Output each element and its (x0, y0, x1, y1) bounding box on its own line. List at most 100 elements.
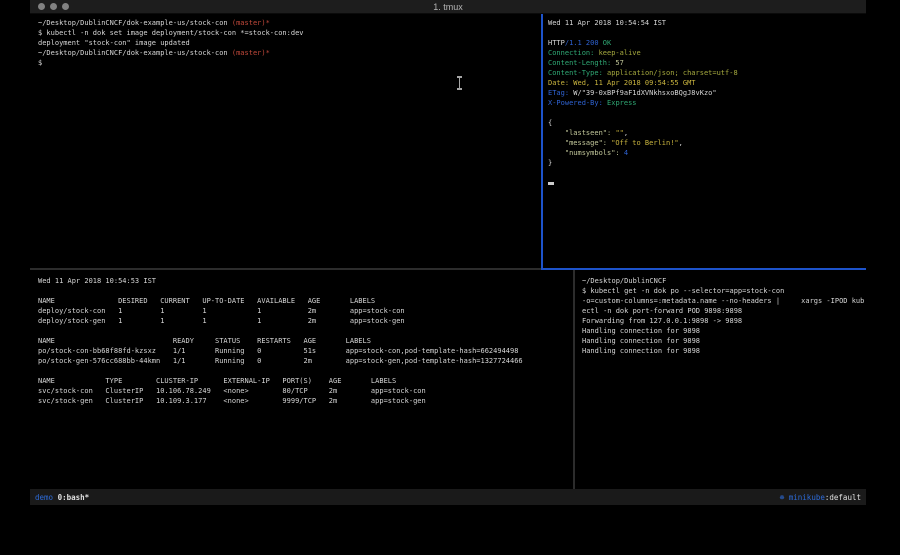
terminal-text-segment: { (548, 119, 552, 127)
terminal-text-segment: (master)* (232, 19, 270, 27)
active-pane-border-vertical[interactable] (541, 14, 543, 270)
terminal-line: Date: Wed, 11 Apr 2018 09:54:55 GMT (548, 78, 866, 88)
terminal-line: X-Powered-By: Express (548, 98, 866, 108)
terminal-line: deployment "stock-con" image updated (38, 38, 541, 48)
pane-border-vertical-bottom[interactable] (573, 270, 575, 489)
terminal-line: Connection: keep-alive (548, 48, 866, 58)
terminal-text-segment: Date: Wed, 11 Apr 2018 09:54:55 GMT (548, 79, 696, 87)
terminal-line (38, 366, 573, 376)
tmux-status-bar: demo 0:bash* ☸ minikube:default (30, 489, 866, 505)
terminal-text-segment: Handling connection for 9898 (582, 347, 700, 355)
terminal-text-segment: "" (615, 129, 623, 137)
terminal-text-segment: $ kubectl get -n dok po --selector=app=s… (582, 287, 784, 295)
terminal-text-segment: svc/stock-con ClusterIP 10.106.78.249 <n… (38, 387, 426, 395)
active-window-item[interactable]: 0:bash* (58, 493, 90, 502)
active-pane-border-horizontal[interactable] (541, 268, 866, 270)
terminal-line: ~/Desktop/DublinCNCF/dok-example-us/stoc… (38, 18, 541, 28)
terminal-line (548, 168, 866, 178)
terminal-text-segment: po/stock-gen-576cc688bb-44kmn 1/1 Runnin… (38, 357, 523, 365)
terminal-line: $ (38, 58, 541, 68)
terminal-text-segment: Wed 11 Apr 2018 10:54:54 IST (548, 19, 666, 27)
terminal-text-segment: keep-alive (594, 49, 640, 57)
terminal-line (548, 178, 866, 188)
terminal-text-segment: Wed 11 Apr 2018 10:54:53 IST (38, 277, 156, 285)
terminal-line: deploy/stock-gen 1 1 1 1 2m app=stock-ge… (38, 316, 573, 326)
terminal-text-segment: , (624, 129, 628, 137)
terminal-line: svc/stock-con ClusterIP 10.106.78.249 <n… (38, 386, 573, 396)
terminal-text-segment: $ kubectl -n dok set image deployment/st… (38, 29, 304, 37)
pane-top-right-http-response[interactable]: Wed 11 Apr 2018 10:54:54 IST HTTP/1.1 200… (543, 14, 866, 268)
status-bar-left: demo 0:bash* (35, 493, 89, 502)
kube-context: minikube (789, 493, 825, 502)
terminal-text-segment: deploy/stock-con 1 1 1 1 2m app=stock-co… (38, 307, 405, 315)
pane-border-horizontal-left[interactable] (30, 268, 541, 270)
window-title: 1. tmux (30, 1, 866, 13)
terminal-text-segment: svc/stock-gen ClusterIP 10.109.3.177 <no… (38, 397, 426, 405)
terminal-line: NAME DESIRED CURRENT UP-TO-DATE AVAILABL… (38, 296, 573, 306)
terminal-text-segment: X-Powered-By: (548, 99, 603, 107)
terminal-line: Wed 11 Apr 2018 10:54:53 IST (38, 276, 573, 286)
terminal-text-segment: application/json; charset=utf-8 (603, 69, 738, 77)
window-titlebar[interactable]: 1. tmux (30, 0, 866, 14)
terminal-text-segment: 4 (624, 149, 628, 157)
terminal-line: $ kubectl get -n dok po --selector=app=s… (582, 286, 866, 296)
terminal-line: HTTP/1.1 200 OK (548, 38, 866, 48)
terminal-text-segment: ectl -n dok port-forward POD 9898:9898 (582, 307, 742, 315)
kube-namespace: :default (825, 493, 861, 502)
terminal-line: { (548, 118, 866, 128)
terminal-line (38, 286, 573, 296)
terminal-text-segment: deploy/stock-gen 1 1 1 1 2m app=stock-ge… (38, 317, 405, 325)
terminal-line: Forwarding from 127.0.0.1:9898 -> 9898 (582, 316, 866, 326)
terminal-line: $ kubectl -n dok set image deployment/st… (38, 28, 541, 38)
terminal-text-segment: Handling connection for 9898 (582, 327, 700, 335)
terminal-line: -o=custom-columns=:metadata.name --no-he… (582, 296, 866, 306)
status-bar-right: ☸ minikube:default (780, 493, 861, 502)
terminal-text-segment: Express (603, 99, 637, 107)
terminal-line: "numsymbols": 4 (548, 148, 866, 158)
terminal-text-segment: "Off to Berlin!" (611, 139, 678, 147)
pane-bottom-left-kubectl-get[interactable]: Wed 11 Apr 2018 10:54:53 IST NAME DESIRED… (30, 270, 573, 489)
pane-bottom-right-port-forward[interactable]: ~/Desktop/DublinCNCF $ kubectl get -n dok… (575, 270, 866, 489)
terminal-text-segment: Forwarding from 127.0.0.1:9898 -> 9898 (582, 317, 742, 325)
terminal-line: Content-Length: 57 (548, 58, 866, 68)
terminal-line: deploy/stock-con 1 1 1 1 2m app=stock-co… (38, 306, 573, 316)
terminal-line: ectl -n dok port-forward POD 9898:9898 (582, 306, 866, 316)
terminal-text-segment: -o=custom-columns=:metadata.name --no-he… (582, 297, 864, 305)
terminal-line (548, 108, 866, 118)
terminal-window: 1. tmux ~/Desktop/DublinCNCF/dok-example… (30, 0, 866, 505)
terminal-text-segment: NAME DESIRED CURRENT UP-TO-DATE AVAILABL… (38, 297, 375, 305)
terminal-text-segment: "message": (548, 139, 611, 147)
terminal-text-segment: (master)* (232, 49, 270, 57)
terminal-text-segment: NAME READY STATUS RESTARTS AGE LABELS (38, 337, 371, 345)
terminal-line: ~/Desktop/DublinCNCF/dok-example-us/stoc… (38, 48, 541, 58)
terminal-text-segment: Content-Length: (548, 59, 611, 67)
terminal-line: "lastseen": "", (548, 128, 866, 138)
terminal-text-segment: NAME TYPE CLUSTER-IP EXTERNAL-IP PORT(S)… (38, 377, 396, 385)
terminal-line (38, 326, 573, 336)
terminal-line: NAME TYPE CLUSTER-IP EXTERNAL-IP PORT(S)… (38, 376, 573, 386)
terminal-text-segment: , (679, 139, 683, 147)
terminal-line: Handling connection for 9898 (582, 326, 866, 336)
terminal-line: Wed 11 Apr 2018 10:54:54 IST (548, 18, 866, 28)
terminal-text-segment: } (548, 159, 552, 167)
terminal-line: po/stock-con-bb68f88fd-kzsxz 1/1 Running… (38, 346, 573, 356)
session-name: demo (35, 493, 53, 502)
terminal-text-segment: deployment "stock-con" image updated (38, 39, 190, 47)
terminal-text-segment: ~/Desktop/DublinCNCF (582, 277, 666, 285)
terminal-line: ~/Desktop/DublinCNCF (582, 276, 866, 286)
terminal-text-segment: /1.1 200 (565, 39, 599, 47)
pane-top-left-shell[interactable]: ~/Desktop/DublinCNCF/dok-example-us/stoc… (30, 14, 541, 268)
kubernetes-helm-icon: ☸ (780, 493, 789, 502)
terminal-text-segment: Connection: (548, 49, 594, 57)
terminal-cursor (548, 182, 554, 185)
terminal-text-segment: ~/Desktop/DublinCNCF/dok-example-us/stoc… (38, 49, 232, 57)
terminal-text-segment: HTTP (548, 39, 565, 47)
mouse-ibeam-cursor (456, 76, 463, 90)
terminal-line: Handling connection for 9898 (582, 346, 866, 356)
terminal-text-segment: W/"39-0xBPf9aF1dXVNkhsxoBQgJ8vKzo" (569, 89, 717, 97)
terminal-text-segment: Content-Type: (548, 69, 603, 77)
terminal-line (548, 28, 866, 38)
terminal-line: NAME READY STATUS RESTARTS AGE LABELS (38, 336, 573, 346)
terminal-text-segment: po/stock-con-bb68f88fd-kzsxz 1/1 Running… (38, 347, 518, 355)
terminal-text-segment: "lastseen": (548, 129, 615, 137)
